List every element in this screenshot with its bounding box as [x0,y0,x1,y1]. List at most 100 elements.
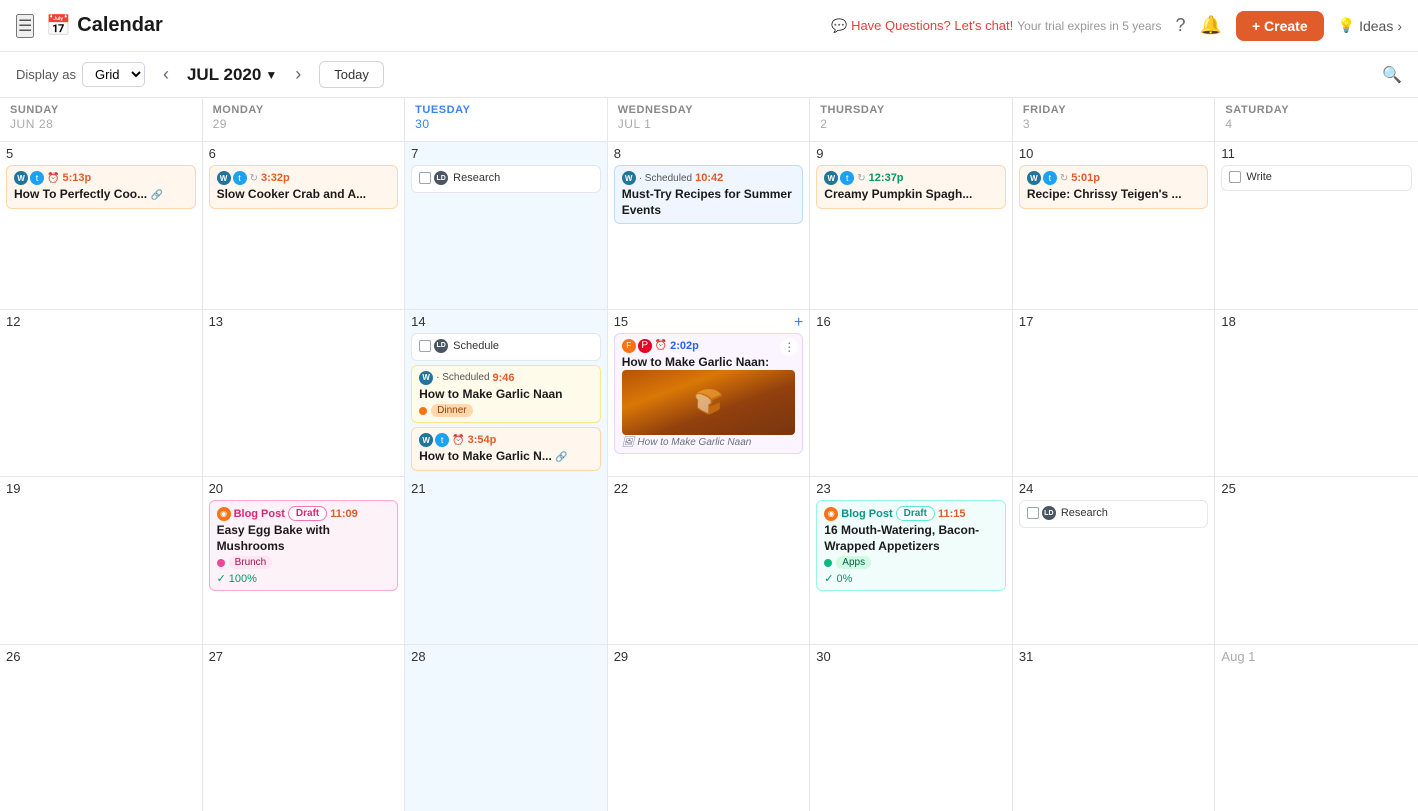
header-thursday: THURSDAY2 [810,98,1013,141]
card-research-7[interactable]: LD Research [411,165,601,193]
wordpress-icon: W [1027,171,1041,185]
foodtopia-icon: F [622,339,636,353]
day-23[interactable]: 23 ◉ Blog Post Draft 11:15 16 Mouth-Wate… [810,477,1013,644]
more-options-button[interactable]: ⋮ [780,338,798,356]
day-12[interactable]: 12 [0,310,203,479]
wordpress-icon: W [622,171,636,185]
prev-button[interactable]: ‹ [155,60,177,89]
today-button[interactable]: Today [319,61,384,88]
check-icon: ✓ [824,572,833,585]
day-19[interactable]: 19 [0,477,203,644]
checkbox[interactable] [419,340,431,352]
topbar-left: ☰ 📅 Calendar [16,13,163,38]
check-icon: ✓ [217,572,226,585]
dot-apps [824,559,832,567]
day-28[interactable]: 28 [405,645,608,811]
twitter-icon: t [840,171,854,185]
draft-badge: Draft [288,506,327,521]
week-row-4: 26 27 28 29 30 31 Aug 1 [0,645,1418,811]
day-14[interactable]: 14 LD Schedule W · Scheduled 9:46 How to… [405,310,608,479]
subtoolbar: Display as Grid List ‹ JUL 2020 ▼ › Toda… [0,52,1418,98]
day-5[interactable]: 5 Wt ⏰ 5:13p How To Perfectly Coo... 🔗 [0,142,203,309]
draft-badge-teal: Draft [896,506,935,521]
checkbox[interactable] [419,172,431,184]
link-icon: 🔗 [150,190,162,201]
wordpress-icon: W [824,171,838,185]
help-button[interactable]: ? [1176,15,1186,36]
checkbox[interactable] [1229,171,1241,183]
day-26[interactable]: 26 [0,645,203,811]
header-monday: MONDAY29 [203,98,406,141]
calendar: SUNDAYJun 28 MONDAY29 TUESDAY30 WEDNESDA… [0,98,1418,811]
day-13[interactable]: 13 [203,310,406,479]
pinterest-icon: P [638,339,652,353]
card-creamy-pumpkin[interactable]: Wt ↻ 12:37p Creamy Pumpkin Spagh... [816,165,1006,209]
day-20[interactable]: 20 ◉ Blog Post Draft 11:09 Easy Egg Bake… [203,477,406,644]
day-11[interactable]: 11 Write [1215,142,1418,309]
day-9[interactable]: 9 Wt ↻ 12:37p Creamy Pumpkin Spagh... [810,142,1013,309]
day-aug-1[interactable]: Aug 1 [1215,645,1418,811]
day-10[interactable]: 10 Wt ↻ 5:01p Recipe: Chrissy Teigen's .… [1013,142,1216,309]
day-30[interactable]: 30 [810,645,1013,811]
card-garlic-naan-wp[interactable]: W · Scheduled 9:46 How to Make Garlic Na… [411,365,601,424]
day-7[interactable]: 7 LD Research [405,142,608,309]
day-21[interactable]: 21 [405,477,608,644]
month-label[interactable]: JUL 2020 ▼ [187,65,277,85]
card-egg-bake[interactable]: ◉ Blog Post Draft 11:09 Easy Egg Bake wi… [209,500,399,591]
link-icon: 🔗 [555,452,567,463]
day-25[interactable]: 25 [1215,477,1418,644]
checkbox[interactable] [1027,507,1039,519]
card-how-to-perfectly-cook[interactable]: Wt ⏰ 5:13p How To Perfectly Coo... 🔗 [6,165,196,209]
card-schedule[interactable]: LD Schedule [411,333,601,361]
display-as-control: Display as Grid List [16,62,145,87]
card-write[interactable]: Write [1221,165,1412,191]
notification-button[interactable]: 🔔 [1200,15,1222,36]
ld-icon: LD [434,171,448,185]
card-chrissy-teigen[interactable]: Wt ↻ 5:01p Recipe: Chrissy Teigen's ... [1019,165,1209,209]
day-8[interactable]: 8 W · Scheduled 10:42 Must-Try Recipes f… [608,142,811,309]
wordpress-icon: W [419,433,433,447]
menu-icon[interactable]: ☰ [16,14,34,38]
add-item-button-15[interactable]: + [794,314,803,332]
search-button[interactable]: 🔍 [1382,65,1402,85]
dot-dinner [419,407,427,415]
day-18[interactable]: 18 [1215,310,1418,479]
day-27[interactable]: 27 [203,645,406,811]
repeat-icon: ↻ [857,173,865,184]
day-22[interactable]: 22 [608,477,811,644]
trial-message: 💬 Have Questions? Let's chat! Your trial… [831,18,1161,34]
garlic-naan-image: 🍞 [622,370,796,435]
wordpress-icon: W [419,371,433,385]
wordpress-icon: W [217,171,231,185]
day-31[interactable]: 31 [1013,645,1216,811]
card-garlic-naan-tw[interactable]: Wt ⏰ 3:54p How to Make Garlic N... 🔗 [411,427,601,471]
header-wednesday: WEDNESDAYJul 1 [608,98,811,141]
day-17[interactable]: 17 [1013,310,1216,479]
dot-brunch [217,559,225,567]
wordpress-icon: W [14,171,28,185]
day-6[interactable]: 6 Wt ↻ 3:32p Slow Cooker Crab and A... [203,142,406,309]
card-garlic-naan-pinterest[interactable]: F P ⏰ 2:02p How to Make Garlic Naan: 🍞 🖼… [614,333,804,455]
day-15[interactable]: 15 + F P ⏰ 2:02p How to Make Garlic Naan… [608,310,811,479]
create-button[interactable]: + Create [1236,11,1324,41]
next-button[interactable]: › [287,60,309,89]
repeat-icon: ↻ [250,173,258,184]
ideas-button[interactable]: 💡 Ideas › [1338,17,1402,34]
card-research-24[interactable]: LD Research [1019,500,1209,528]
card-must-try-recipes[interactable]: W · Scheduled 10:42 Must-Try Recipes for… [614,165,804,224]
card-bacon-wrapped[interactable]: ◉ Blog Post Draft 11:15 16 Mouth-Waterin… [816,500,1006,591]
weeks: 5 Wt ⏰ 5:13p How To Perfectly Coo... 🔗 6… [0,142,1418,811]
week-row-1: 5 Wt ⏰ 5:13p How To Perfectly Coo... 🔗 6… [0,142,1418,310]
day-24[interactable]: 24 LD Research [1013,477,1216,644]
chevron-down-icon: ▼ [265,68,277,82]
day-16[interactable]: 16 [810,310,1013,479]
twitter-icon: t [30,171,44,185]
progress-row: ✓ 100% [217,572,391,585]
header-sunday: SUNDAYJun 28 [0,98,203,141]
clock-icon: ⏰ [47,173,59,184]
topbar-right: 💬 Have Questions? Let's chat! Your trial… [831,11,1402,41]
display-select[interactable]: Grid List [82,62,145,87]
day-29[interactable]: 29 [608,645,811,811]
card-slow-cooker-crab[interactable]: Wt ↻ 3:32p Slow Cooker Crab and A... [209,165,399,209]
day-headers: SUNDAYJun 28 MONDAY29 TUESDAY30 WEDNESDA… [0,98,1418,142]
